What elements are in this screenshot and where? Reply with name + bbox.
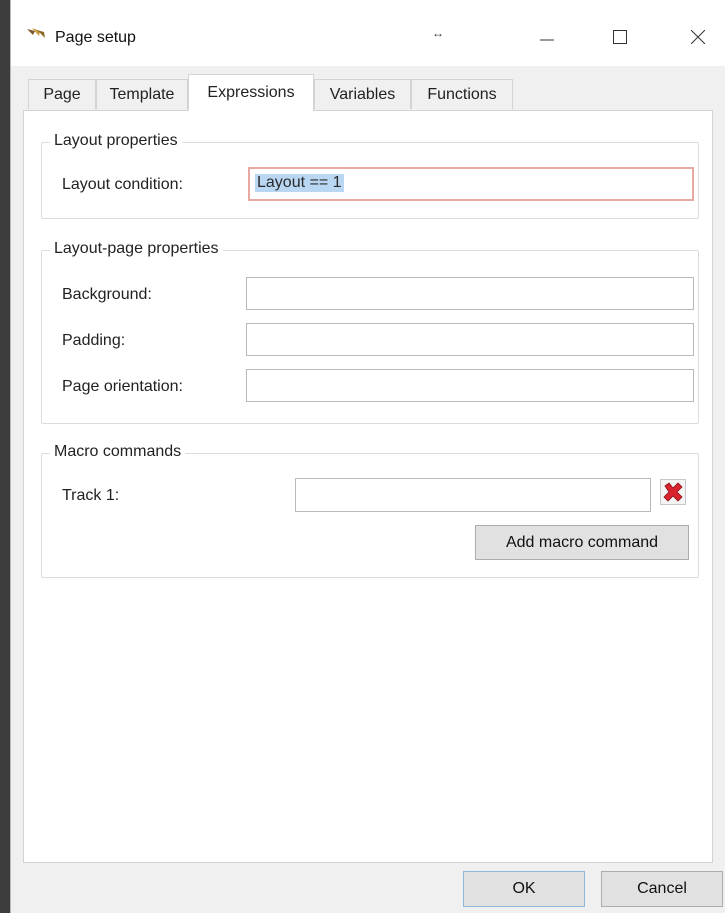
background-field[interactable] [246,277,694,310]
cancel-button[interactable]: Cancel [601,871,723,907]
layout-condition-label: Layout condition: [62,176,183,193]
window-title: Page setup [55,29,136,46]
red-x-delete-icon [660,479,686,505]
track-1-field[interactable] [295,478,651,512]
pen-nib-icon [25,26,47,42]
layout-properties-group: Layout properties Layout condition: Layo… [41,132,699,219]
delete-track-button[interactable] [657,476,689,508]
close-icon [691,30,705,44]
padding-label: Padding: [62,332,126,349]
tab-page[interactable]: Page [28,79,96,109]
maximize-icon [613,30,627,44]
tab-functions[interactable]: Functions [411,79,513,109]
tab-content-panel: Layout properties Layout condition: Layo… [23,110,713,863]
tab-template[interactable]: Template [96,79,188,109]
layout-condition-field[interactable]: Layout == 1 [248,167,694,201]
resize-grip-icon: ↔ [432,26,444,40]
tab-expressions[interactable]: Expressions [188,74,314,111]
title-bar[interactable]: Page setup ↔ [11,0,725,66]
ok-button[interactable]: OK [463,871,585,907]
group-title: Layout properties [50,132,182,150]
group-title: Macro commands [50,443,186,461]
background-label: Background: [62,286,152,303]
group-title: Layout-page properties [50,240,223,258]
layout-condition-value: Layout == 1 [255,174,344,192]
page-orientation-field[interactable] [246,369,694,402]
close-button[interactable] [675,20,721,54]
add-macro-command-button[interactable]: Add macro command [475,525,689,560]
page-setup-dialog: Page setup ↔ Page Template Expressions V… [10,0,725,913]
layout-page-properties-group: Layout-page properties Background: Paddi… [41,240,699,424]
track-1-label: Track 1: [62,487,120,504]
padding-field[interactable] [246,323,694,356]
maximize-button[interactable] [597,20,643,54]
tab-variables[interactable]: Variables [314,79,411,109]
minimize-icon [540,39,554,41]
minimize-button[interactable] [524,20,570,54]
page-orientation-label: Page orientation: [62,378,183,395]
